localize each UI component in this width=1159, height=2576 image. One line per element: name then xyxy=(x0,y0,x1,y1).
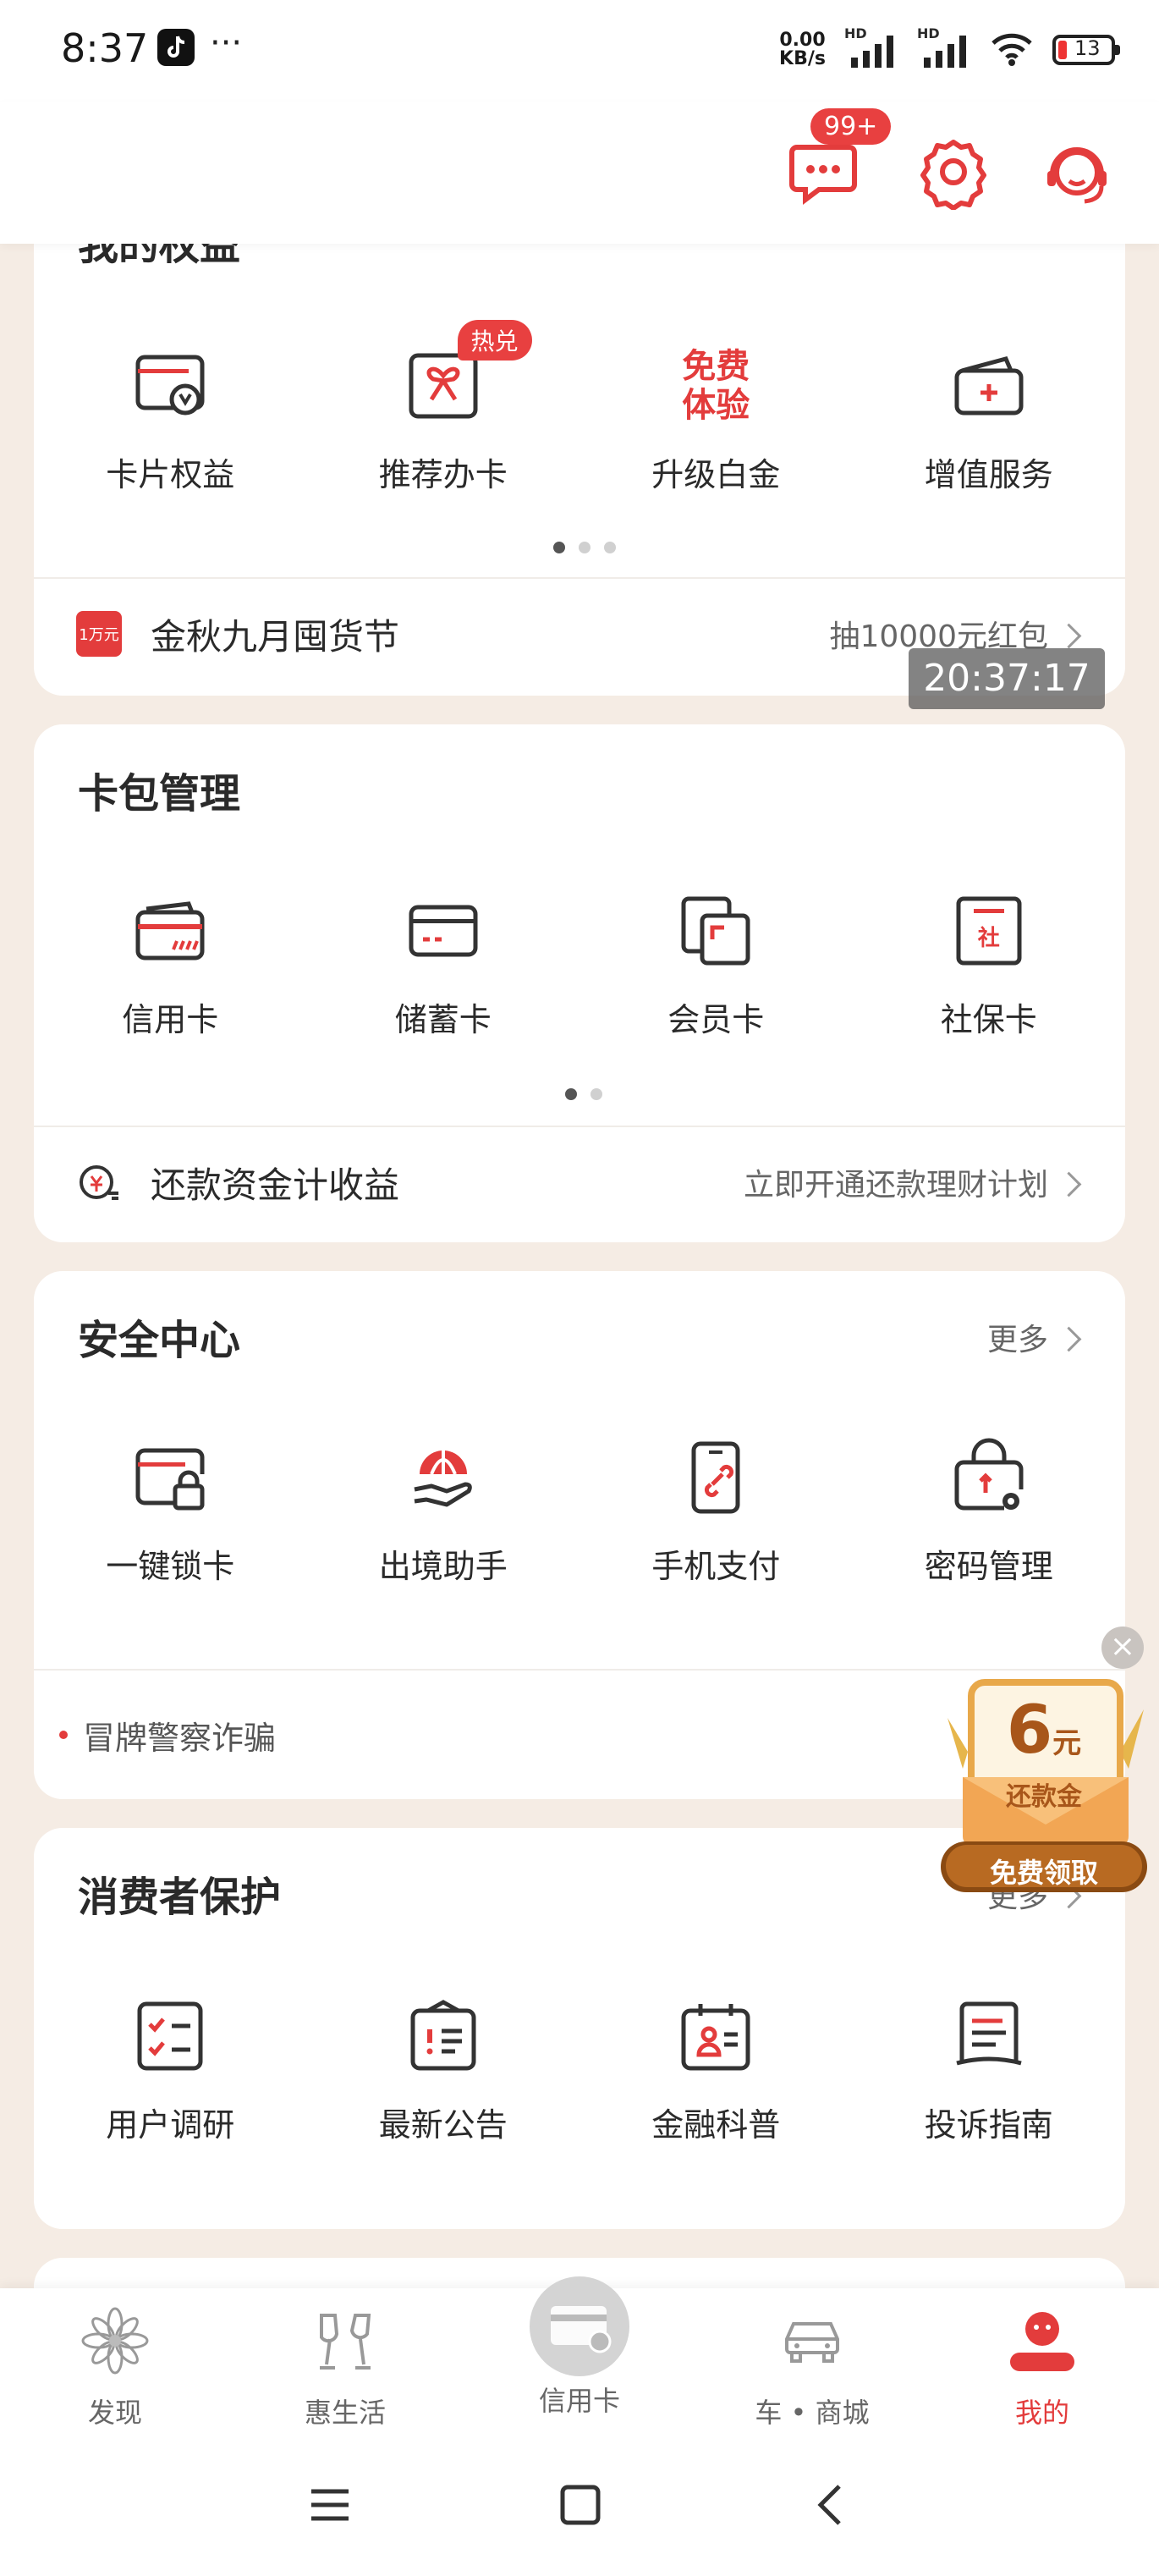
system-nav-bar xyxy=(0,2449,1159,2576)
top-header xyxy=(0,102,1159,244)
car-mall-icon xyxy=(785,2322,839,2363)
consumer-item-announcement[interactable]: 最新公告 xyxy=(307,1995,580,2145)
wallet-item-debit-card[interactable]: 储蓄卡 xyxy=(307,890,580,1040)
home-square-icon xyxy=(560,2485,601,2525)
survey-icon xyxy=(137,2001,203,2071)
more-indicator: ··· xyxy=(210,24,243,63)
promo-gift-icon: 1万元 xyxy=(76,611,122,657)
complaint-guide-icon xyxy=(956,2001,1022,2066)
wallet-page-dots xyxy=(565,1088,602,1100)
credit-card-tab-icon xyxy=(530,2276,629,2376)
status-icons: 0.00 KB/s HD HD 13 xyxy=(779,25,1120,71)
tab-life[interactable]: 惠生活 xyxy=(269,2305,421,2430)
tab-discover[interactable]: 发现 xyxy=(39,2305,191,2430)
wifi-icon xyxy=(990,30,1034,70)
consumer-item-survey[interactable]: 用户调研 xyxy=(34,1995,307,2145)
repay-gift-promo[interactable]: 6元 还款金 免费领取 xyxy=(937,1676,1151,1897)
menu-button[interactable] xyxy=(308,2483,352,2527)
menu-icon xyxy=(311,2489,349,2521)
message-badge: 99+ xyxy=(810,108,892,145)
tab-credit-card[interactable]: 信用卡 xyxy=(503,2276,656,2419)
credit-card-icon xyxy=(135,901,205,960)
debit-card-icon xyxy=(409,905,478,957)
security-item-lock-card[interactable]: 一键锁卡 xyxy=(34,1437,307,1587)
consumer-item-finance-education[interactable]: 金融科普 xyxy=(580,1995,853,2145)
discover-icon xyxy=(81,2307,149,2375)
net-speed: 0.00 KB/s xyxy=(779,30,826,69)
announcement-icon xyxy=(410,2000,476,2071)
timestamp-overlay: 20:37:17 xyxy=(909,648,1105,709)
card-rights-icon xyxy=(135,355,205,416)
security-grid: 一键锁卡 出境助手 手机支付 密码管理 xyxy=(34,1437,1125,1587)
customer-service-icon[interactable] xyxy=(1039,134,1115,210)
life-icon xyxy=(320,2314,371,2370)
rights-item-card-rights[interactable]: 卡片权益 xyxy=(34,345,307,495)
profile-icon xyxy=(1010,2312,1074,2371)
rights-page-dots xyxy=(553,542,616,553)
consumer-grid: 用户调研 最新公告 金融科普 投诉指南 xyxy=(34,1995,1125,2145)
rights-item-recommend-card[interactable]: 热兑 推荐办卡 xyxy=(307,320,580,495)
finance-education-icon xyxy=(681,2004,750,2071)
free-trial-icon: 免费 体验 xyxy=(682,347,750,425)
settings-icon[interactable] xyxy=(915,134,991,211)
signal-icon-2: HD xyxy=(917,25,971,71)
bottom-nav: 发现 惠生活 信用卡 车 • 商城 我的 xyxy=(0,2276,1159,2449)
repay-plan-link[interactable]: 立即开通还款理财计划 xyxy=(744,1160,1082,1204)
security-more-link[interactable]: 更多 xyxy=(987,1315,1082,1359)
security-item-travel-assistant[interactable]: 出境助手 xyxy=(307,1437,580,1587)
rights-grid: 卡片权益 热兑 推荐办卡 免费 体验 升级白金 增值服务 xyxy=(34,320,1126,495)
wallet-item-member-card[interactable]: 会员卡 xyxy=(580,890,853,1040)
wallet-card: 卡包管理 信用卡 储蓄卡 会员卡 社 社保卡 还款资金计收益 立即开通还款理财计… xyxy=(34,724,1125,1242)
hot-badge: 热兑 xyxy=(457,320,532,361)
wallet-item-credit-card[interactable]: 信用卡 xyxy=(34,890,307,1040)
back-button[interactable] xyxy=(809,2483,853,2527)
rights-item-value-added[interactable]: 增值服务 xyxy=(853,345,1126,495)
phone-pay-icon xyxy=(691,1441,740,1514)
chevron-right-icon xyxy=(1056,623,1082,649)
back-arrow-icon xyxy=(817,2485,841,2525)
member-card-icon xyxy=(681,896,750,966)
tab-car-mall[interactable]: 车 • 商城 xyxy=(736,2305,888,2430)
tiktok-icon xyxy=(157,29,195,66)
tab-profile[interactable]: 我的 xyxy=(966,2305,1118,2430)
battery-icon: 13 xyxy=(1052,35,1120,65)
consumer-item-complaint-guide[interactable]: 投诉指南 xyxy=(853,1995,1126,2145)
chevron-right-icon xyxy=(1056,1326,1082,1352)
wallet-item-social-security[interactable]: 社 社保卡 xyxy=(853,890,1126,1040)
wallet-grid: 信用卡 储蓄卡 会员卡 社 社保卡 xyxy=(34,890,1125,1040)
security-item-password[interactable]: 密码管理 xyxy=(853,1437,1126,1587)
security-title: 安全中心 xyxy=(78,1317,241,1364)
travel-globe-icon xyxy=(414,1450,472,1507)
wallet-plus-icon xyxy=(954,356,1024,416)
rights-card: 我的权益 卡片权益 热兑 推荐办卡 免费 体验 升级白金 增值服务 1万元 金秋… xyxy=(34,195,1125,696)
wallet-title: 卡包管理 xyxy=(78,770,241,817)
signal-icon: HD xyxy=(844,25,898,71)
message-icon[interactable] xyxy=(785,134,861,210)
rights-item-upgrade-platinum[interactable]: 免费 体验 升级白金 xyxy=(580,345,853,495)
chevron-right-icon xyxy=(1056,1171,1082,1197)
lock-card-icon xyxy=(135,1448,205,1511)
social-security-card-icon: 社 xyxy=(948,890,1030,972)
status-bar: 8:37 ··· 0.00 KB/s HD HD 13 xyxy=(0,0,1159,102)
clock: 8:37 xyxy=(61,25,149,71)
security-item-mobile-pay[interactable]: 手机支付 xyxy=(580,1437,853,1587)
consumer-title: 消费者保护 xyxy=(78,1874,282,1921)
promo-close-button[interactable]: × xyxy=(1101,1627,1144,1669)
home-button[interactable] xyxy=(558,2483,602,2527)
notice-bullet xyxy=(59,1731,68,1739)
repay-earn-row[interactable]: 还款资金计收益 立即开通还款理财计划 xyxy=(34,1127,1125,1237)
repay-earn-icon xyxy=(80,1165,118,1200)
password-lock-icon xyxy=(954,1438,1024,1511)
free-claim-button[interactable]: 免费领取 xyxy=(937,1852,1151,1891)
